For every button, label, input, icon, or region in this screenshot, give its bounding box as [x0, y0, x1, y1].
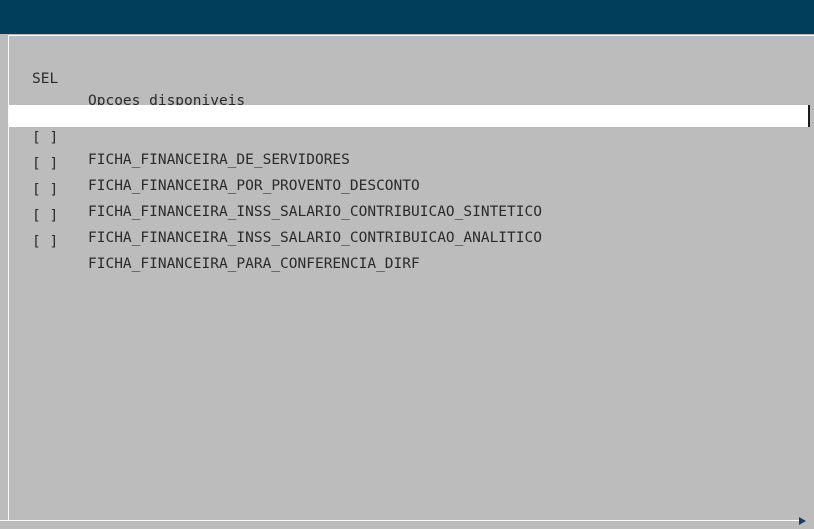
options-panel: SEL Opcoes disponiveis ---- ------------… — [8, 35, 814, 521]
option-row-inss-sintetico[interactable]: [ ] FICHA_FINANCEIRA_INSS_SALARIO_CONTRI… — [9, 157, 814, 220]
option-row-provento-desconto[interactable]: [ ] FICHA_FINANCEIRA_POR_PROVENTO_DESCON… — [9, 131, 814, 194]
option-checkbox[interactable]: [ ] — [32, 231, 58, 253]
horizontal-scrollbar-track[interactable] — [0, 520, 800, 521]
triangle-right-icon[interactable] — [799, 517, 806, 525]
option-row-servidores[interactable]: [ ] FICHA_FINANCEIRA_DE_SERVIDORES — [9, 105, 810, 168]
option-row-conferencia-dirf[interactable]: [ ] FICHA_FINANCEIRA_PARA_CONFERENCIA_DI… — [9, 209, 814, 272]
window-titlebar — [0, 0, 814, 34]
option-label: FICHA_FINANCEIRA_PARA_CONFERENCIA_DIRF — [88, 256, 420, 272]
column-header-row: SEL Opcoes disponiveis — [9, 46, 814, 109]
header-separator: ---- -----------------------------------… — [9, 73, 814, 95]
option-row-inss-analitico[interactable]: [ ] FICHA_FINANCEIRA_INSS_SALARIO_CONTRI… — [9, 183, 814, 246]
